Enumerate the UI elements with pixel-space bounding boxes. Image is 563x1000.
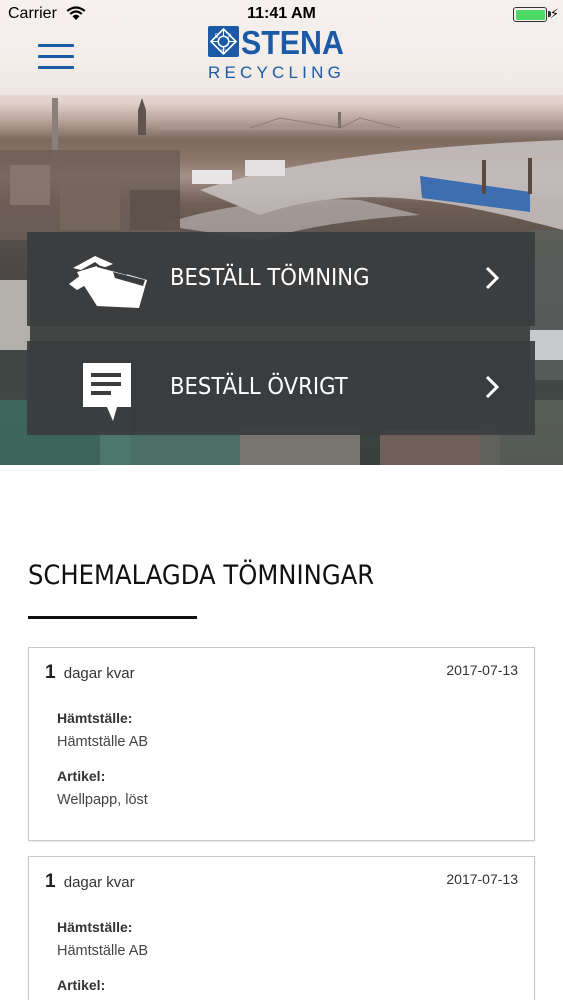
schedule-card[interactable]: 1 dagar kvar 2017-07-13 Hämtställe: Hämt… xyxy=(28,647,535,841)
hero-banner: Carrier 11:41 AM ⚡ S A O STENA RECYCLING… xyxy=(0,0,563,465)
article-value: Wellpapp, löst xyxy=(57,792,148,808)
order-emptying-button[interactable]: BESTÄLL TÖMNING xyxy=(27,232,535,326)
pickup-location-value: Hämtställe AB xyxy=(57,943,149,959)
pickup-location-label: Hämtställe: xyxy=(57,710,133,726)
hamburger-menu-icon[interactable] xyxy=(38,44,74,70)
svg-text:S: S xyxy=(215,34,219,40)
article-label: Artikel: xyxy=(57,977,106,993)
schedule-card[interactable]: 1 dagar kvar 2017-07-13 Hämtställe: Hämt… xyxy=(28,856,535,1000)
svg-text:O: O xyxy=(221,49,226,55)
days-remaining-text: dagar kvar xyxy=(63,874,135,891)
title-underline xyxy=(28,616,197,619)
charging-bolt-icon: ⚡ xyxy=(549,6,559,21)
logo-emblem-icon: S A O xyxy=(208,26,239,57)
scheduled-emptyings-title: SCHEMALAGDA TÖMNINGAR xyxy=(28,560,375,591)
chevron-right-icon xyxy=(485,375,499,399)
container-icon xyxy=(69,256,147,308)
days-remaining: 1 dagar kvar xyxy=(45,871,135,893)
pickup-location-value: Hämtställe AB xyxy=(57,734,149,750)
order-other-label: BESTÄLL ÖVRIGT xyxy=(170,374,348,400)
days-remaining-count: 1 xyxy=(45,662,56,683)
battery-icon xyxy=(513,7,547,22)
order-emptying-label: BESTÄLL TÖMNING xyxy=(170,265,370,291)
stena-recycling-logo: S A O STENA RECYCLING xyxy=(208,24,358,86)
logo-name: STENA xyxy=(241,24,344,61)
pickup-date: 2017-07-13 xyxy=(446,662,518,678)
days-remaining: 1 dagar kvar xyxy=(45,662,135,684)
pickup-location-label: Hämtställe: xyxy=(57,919,133,935)
logo-subtitle: RECYCLING xyxy=(208,63,345,82)
days-remaining-count: 1 xyxy=(45,871,56,892)
message-icon xyxy=(83,363,131,421)
order-other-button[interactable]: BESTÄLL ÖVRIGT xyxy=(27,341,535,435)
chevron-right-icon xyxy=(485,266,499,290)
article-label: Artikel: xyxy=(57,768,106,784)
clock: 11:41 AM xyxy=(247,5,316,22)
svg-text:A: A xyxy=(228,34,232,40)
battery-level xyxy=(515,9,545,20)
pickup-date: 2017-07-13 xyxy=(446,871,518,887)
days-remaining-text: dagar kvar xyxy=(63,665,135,682)
